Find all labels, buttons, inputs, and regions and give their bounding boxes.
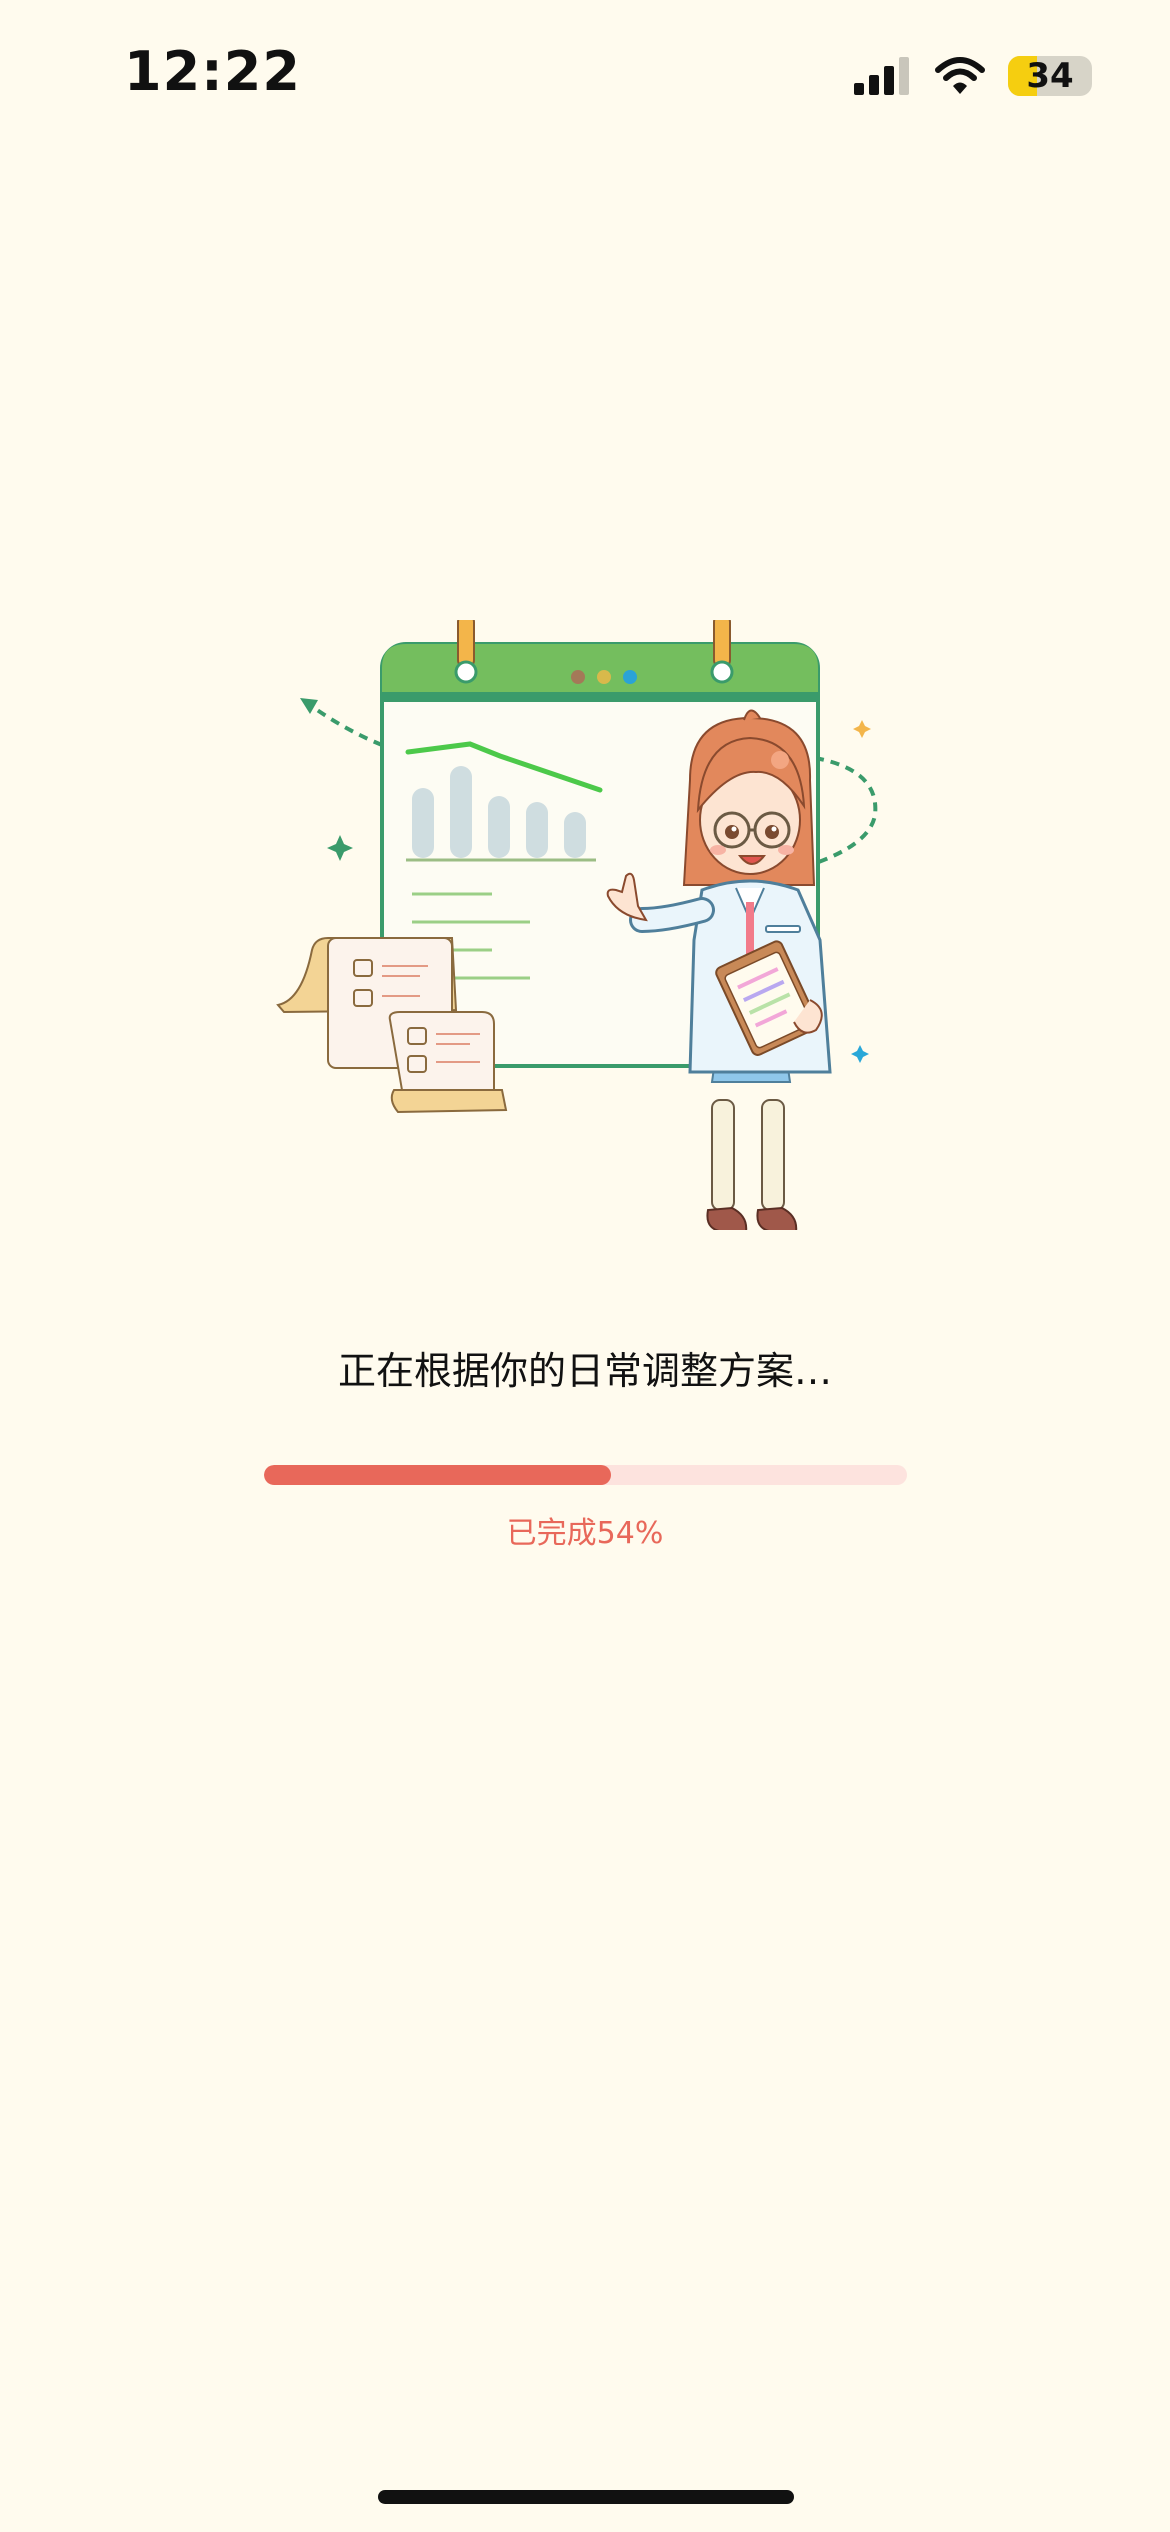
battery-body: 34 [1008, 56, 1092, 96]
progress-bar [264, 1465, 907, 1485]
progress-fill [264, 1465, 612, 1485]
battery-icon: 34 [1008, 56, 1092, 96]
progress-label: 已完成54% [506, 1516, 664, 1551]
doctor-calendar-illustration [276, 620, 878, 1230]
status-time: 12:22 [124, 40, 301, 103]
status-icons: 34 [854, 50, 1092, 102]
cellular-signal-icon [854, 57, 909, 95]
wifi-icon [935, 57, 985, 94]
loading-message: 正在根据你的日常调整方案… [337, 1349, 832, 1393]
status-bar: 12:22 34 [0, 0, 1170, 150]
battery-level: 34 [1026, 56, 1074, 96]
home-indicator[interactable] [378, 2490, 794, 2504]
